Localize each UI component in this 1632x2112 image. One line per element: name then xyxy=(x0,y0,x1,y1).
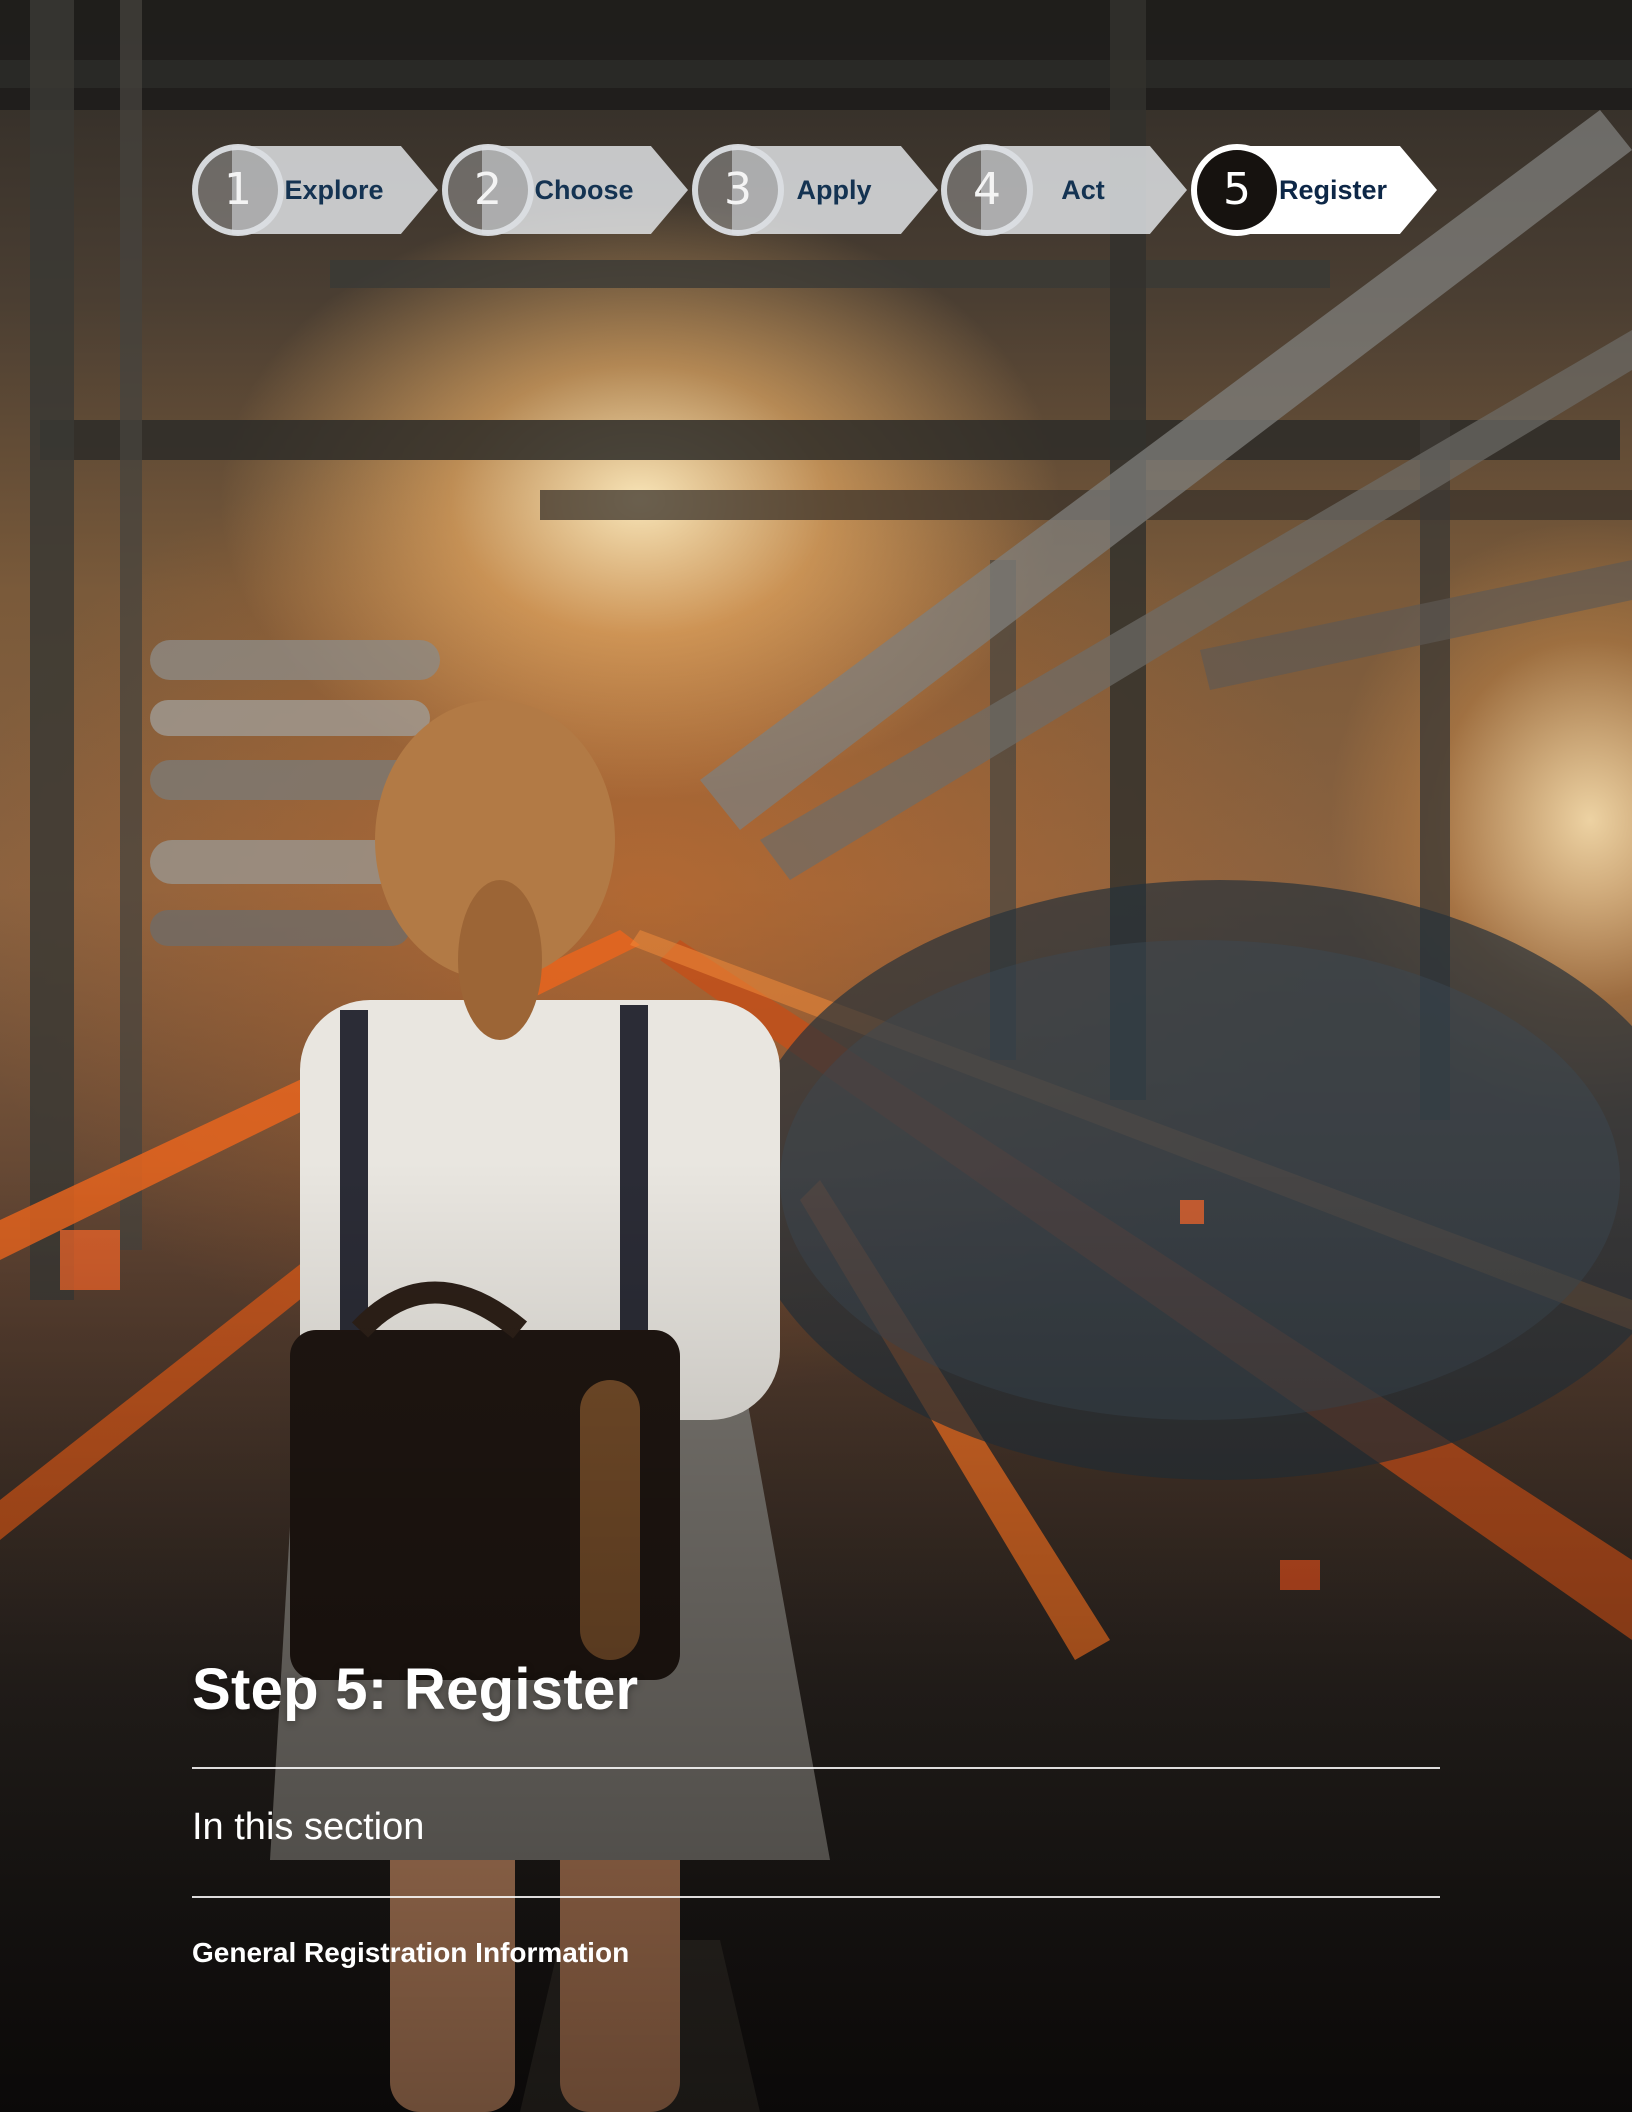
divider xyxy=(192,1767,1440,1769)
divider xyxy=(192,1896,1440,1898)
step-4-act: 4 Act xyxy=(941,144,1187,236)
contents-item-general-registration[interactable]: General Registration Information xyxy=(192,1937,629,1969)
step-label: Register xyxy=(1278,175,1388,205)
step-label: Explore xyxy=(284,175,384,205)
step-label: Act xyxy=(1061,175,1105,205)
page: 1 Explore 2 Choose 3 Apply 4 Act 5 Regis… xyxy=(0,0,1632,2112)
step-number: 5 xyxy=(1191,144,1283,236)
step-number: 3 xyxy=(692,144,784,236)
step-number: 4 xyxy=(941,144,1033,236)
step-1-explore: 1 Explore xyxy=(192,144,438,236)
step-number: 2 xyxy=(442,144,534,236)
step-2-choose: 2 Choose xyxy=(442,144,688,236)
step-label: Apply xyxy=(796,175,872,205)
section-intro: In this section xyxy=(192,1806,425,1848)
industrial-background-illustration xyxy=(0,0,1632,2112)
step-3-apply: 3 Apply xyxy=(692,144,938,236)
step-5-register-current: 5 Register xyxy=(1191,144,1437,236)
step-label: Choose xyxy=(534,175,634,205)
step-number: 1 xyxy=(192,144,284,236)
page-title: Step 5: Register xyxy=(192,1657,639,1722)
